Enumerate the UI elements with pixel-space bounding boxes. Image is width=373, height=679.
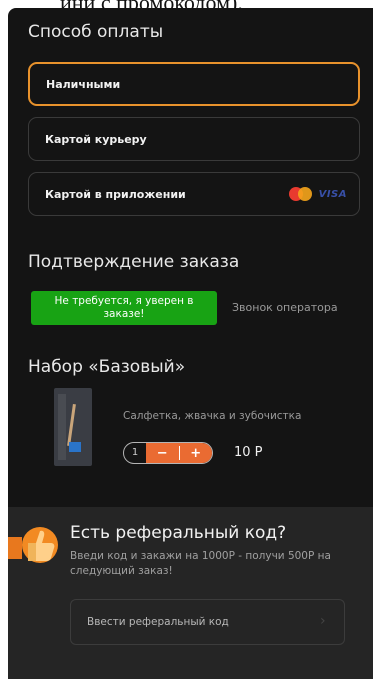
visa-icon: VISA	[318, 188, 347, 200]
stepper-controls: − +	[146, 443, 212, 463]
kit-description: Салфетка, жвачка и зубочистка	[123, 410, 302, 422]
referral-title: Есть реферальный код?	[70, 523, 287, 543]
no-confirmation-button[interactable]: Не требуется, я уверен в заказе!	[31, 291, 217, 325]
kit-image	[54, 388, 92, 466]
referral-text: Введи код и закажи на 1000Р - получи 500…	[70, 550, 331, 577]
quantity-value: 1	[131, 447, 139, 458]
payment-option-card-app[interactable]: Картой в приложении VISA	[28, 172, 360, 216]
card-logos: VISA	[288, 187, 347, 201]
no-confirmation-label: Не требуется, я уверен в заказе!	[54, 295, 194, 320]
thumbs-up-icon	[8, 527, 58, 563]
chevron-right-icon: ›	[320, 613, 326, 629]
payment-option-card-courier[interactable]: Картой курьеру	[28, 117, 360, 161]
mastercard-icon	[288, 187, 313, 201]
increment-button[interactable]: +	[180, 444, 213, 463]
payment-option-label: Наличными	[46, 77, 121, 91]
decrement-button[interactable]: −	[146, 444, 179, 463]
payment-option-label: Картой курьеру	[45, 132, 147, 146]
referral-code-input[interactable]	[70, 599, 345, 645]
order-screen: Способ оплаты Наличными Картой курьеру К…	[8, 8, 373, 679]
referral-panel: Есть реферальный код? Введи код и закажи…	[8, 507, 373, 679]
quantity-stepper: 1 − +	[123, 442, 213, 464]
payment-option-cash[interactable]: Наличными	[28, 62, 360, 106]
kit-title: Набор «Базовый»	[28, 357, 186, 377]
confirmation-title: Подтверждение заказа	[28, 252, 240, 272]
payment-title: Способ оплаты	[28, 22, 164, 42]
operator-call-label: Звонок оператора	[232, 301, 338, 314]
kit-price: 10 Р	[234, 445, 263, 460]
payment-option-label: Картой в приложении	[45, 187, 186, 201]
operator-call-button[interactable]: Звонок оператора	[232, 301, 338, 314]
